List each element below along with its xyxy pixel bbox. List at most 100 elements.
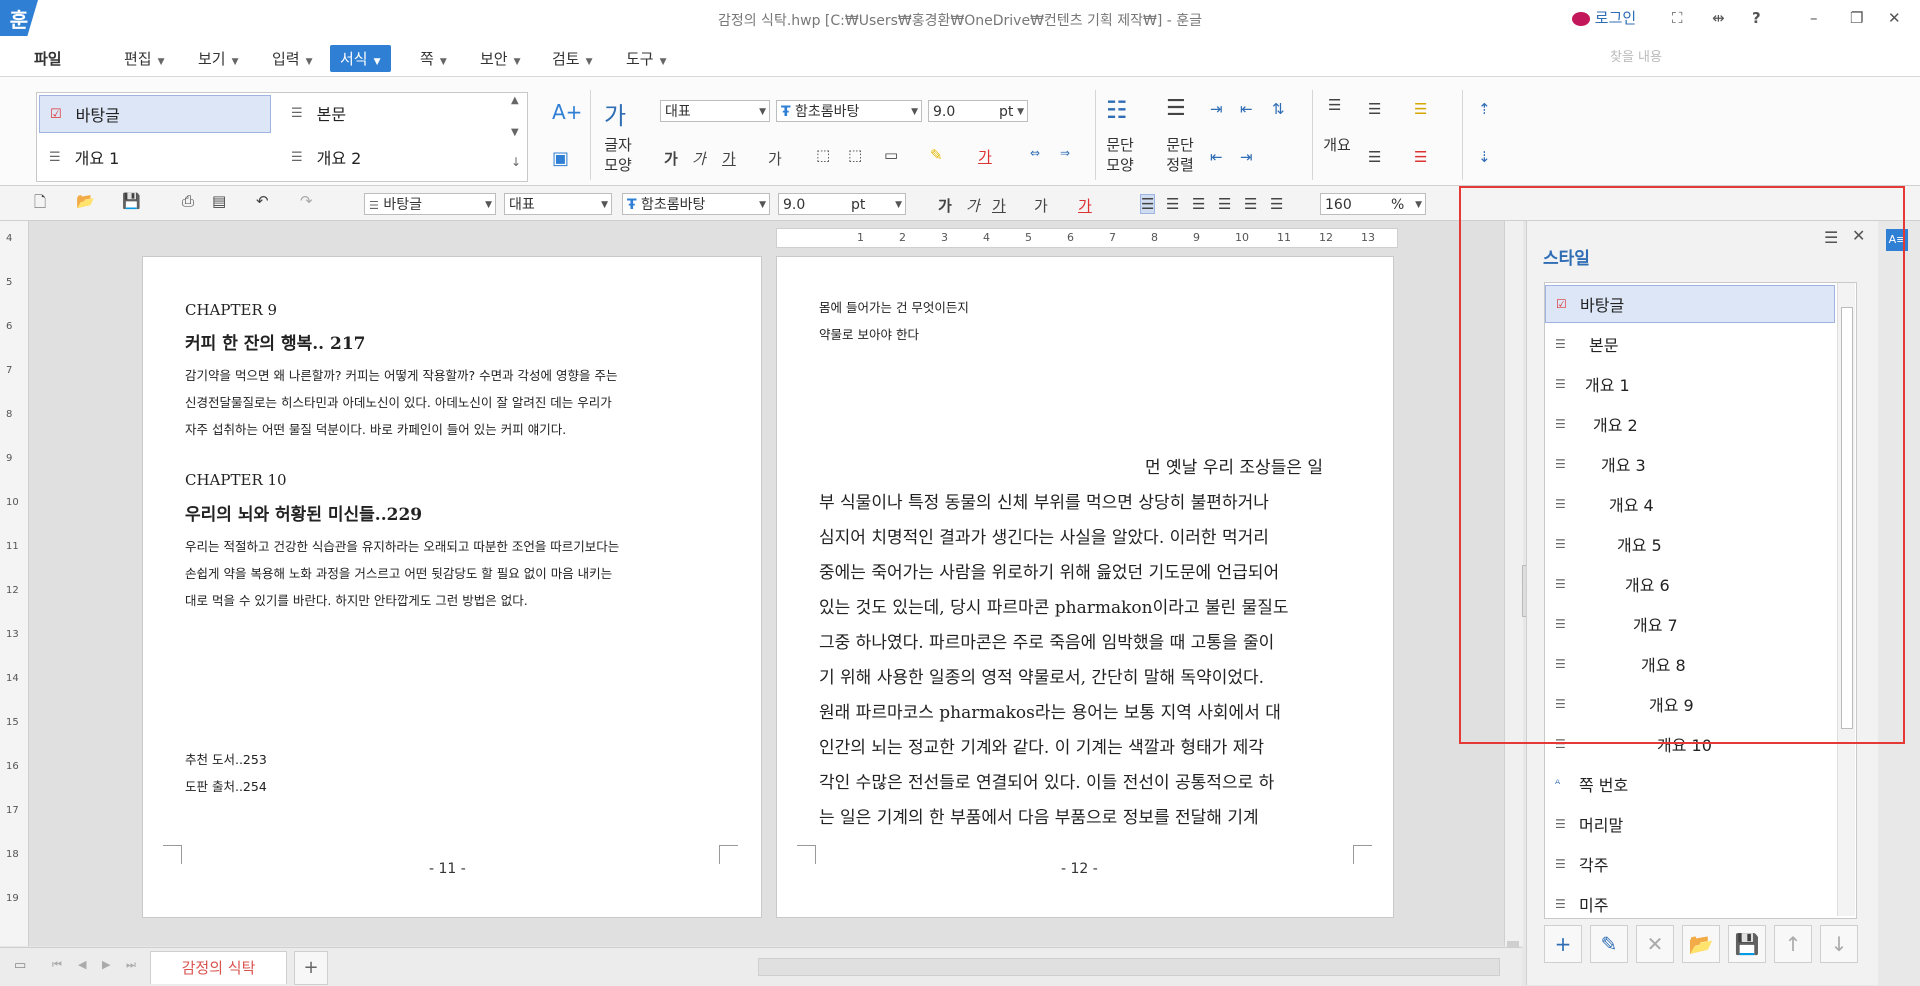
align-divide-icon[interactable]: ☰ [1270, 195, 1283, 213]
menu-view[interactable]: 보기 ▼ [198, 48, 239, 69]
restore-button[interactable]: ❐ [1850, 9, 1863, 27]
margin-left-icon[interactable]: ⇤ [1210, 148, 1223, 166]
memo-icon[interactable]: ▭ [14, 958, 26, 973]
toolbar-size-select[interactable]: 9.0 pt ▼ [778, 193, 906, 215]
move-down-button[interactable]: ↓ [1820, 925, 1858, 963]
menu-insert[interactable]: 입력 ▼ [272, 48, 313, 69]
lang-select[interactable]: 대표 ▼ [660, 100, 770, 122]
save-style-button[interactable]: 💾 [1728, 925, 1766, 963]
strikethrough-icon[interactable]: 가 [768, 148, 782, 169]
bold-icon[interactable]: 가 [664, 148, 678, 169]
underline-icon[interactable]: 가 [722, 148, 736, 169]
font-color-icon[interactable]: 가 [1078, 195, 1092, 216]
help-button[interactable]: ? [1752, 9, 1761, 27]
add-style-button[interactable]: + [1544, 925, 1582, 963]
font-color-icon[interactable]: 가 [978, 146, 992, 167]
tab-document[interactable]: 감정의 식탁 [150, 951, 287, 984]
width-fit-icon[interactable]: ⇹ [1712, 9, 1725, 27]
para-shape-button[interactable]: 문단 모양 [1100, 135, 1140, 175]
menu-edit[interactable]: 편집 ▼ [124, 48, 165, 69]
align-distribute-icon[interactable]: ☰ [1244, 195, 1257, 213]
indent-decrease-icon[interactable]: ⇤ [1240, 100, 1253, 118]
gallery-item-main[interactable]: ☰ 본문 [281, 95, 511, 131]
char-border-icon[interactable]: ⬚ [816, 146, 830, 164]
margin-right-icon[interactable]: ⇥ [1240, 148, 1253, 166]
login-button[interactable]: 로그인 [1572, 7, 1636, 28]
close-window-button[interactable]: ✕ [1888, 9, 1901, 27]
bullet-list-icon[interactable]: ☰ [1368, 100, 1381, 118]
redo-icon[interactable]: ↷ [300, 192, 313, 210]
font-select[interactable]: Ŧ 함초롬바탕 ▼ [776, 100, 922, 122]
menu-page[interactable]: 쪽 ▼ [420, 48, 447, 69]
menu-security[interactable]: 보안 ▼ [480, 48, 521, 69]
open-folder-icon[interactable]: 📂 [76, 192, 95, 210]
align-left-icon[interactable]: ☰ [1166, 195, 1179, 213]
para-shape-icon[interactable]: ☷ [1106, 96, 1128, 124]
style-item[interactable]: ᴬ쪽 번호 [1545, 765, 1835, 803]
menu-file[interactable]: 파일 [34, 48, 62, 69]
delete-style-button[interactable]: ✕ [1636, 925, 1674, 963]
fullscreen-icon[interactable]: ⛶ [1672, 9, 1683, 27]
italic-icon[interactable]: 가 [692, 148, 706, 169]
print-icon[interactable]: ⎙ [182, 192, 194, 210]
gallery-item-outline1[interactable]: ☰ 개요 1 [39, 139, 269, 175]
para-align-button[interactable]: 문단 정렬 [1160, 135, 1200, 175]
toolbar-style-select[interactable]: ☰ 바탕글 ▼ [364, 193, 496, 215]
gallery-expand-icon[interactable]: ↓ [511, 155, 521, 169]
toolbar-font-select[interactable]: Ŧ 함초롬바탕 ▼ [622, 193, 770, 215]
numbered-list-icon[interactable]: ☰ [1368, 148, 1381, 166]
undo-icon[interactable]: ↶ [256, 192, 269, 210]
save-icon[interactable]: 💾 [122, 192, 141, 210]
align-right-icon[interactable]: ☰ [1218, 195, 1231, 213]
gallery-item-body[interactable]: ☑ 바탕글 [39, 95, 271, 133]
align-center-icon[interactable]: ☰ [1192, 195, 1205, 213]
edit-style-button[interactable]: ✎ [1590, 925, 1628, 963]
align-justify-icon[interactable]: ☰ [1140, 194, 1156, 214]
zoom-select[interactable]: 160% ▼ [1320, 193, 1426, 215]
minimize-button[interactable]: – [1810, 9, 1818, 27]
next-page-icon[interactable]: ▶ [102, 958, 110, 971]
char-spacing-narrow-icon[interactable]: ⇒ [1060, 146, 1070, 160]
toolbar-lang-select[interactable]: 대표 ▼ [504, 193, 612, 215]
style-item[interactable]: ☰ 미주 [1545, 885, 1835, 918]
print-preview-icon[interactable]: ▤ [212, 192, 226, 210]
new-document-icon[interactable]: 🗋 [34, 192, 46, 217]
style-item[interactable]: ☰ 각주 [1545, 845, 1835, 883]
style-item[interactable]: ☰ 머리말 [1545, 805, 1835, 843]
bold-icon[interactable]: 가 [938, 195, 952, 216]
first-page-icon[interactable]: ⏮ [52, 958, 62, 972]
add-style-icon[interactable]: A+ [552, 100, 582, 124]
line-spacing-icon[interactable]: ⇅ [1272, 100, 1285, 118]
prev-page-icon[interactable]: ◀ [78, 958, 86, 971]
outline-button[interactable]: 개요 [1322, 135, 1352, 155]
size-select[interactable]: 9.0 pt ▼ [928, 100, 1028, 122]
char-shade-icon[interactable]: ⬚ [848, 146, 862, 164]
outline-numbering-icon[interactable]: ☰ [1328, 96, 1341, 114]
style-manage-icon[interactable]: ▣ [552, 148, 569, 169]
char-shape-icon[interactable]: 가 [604, 96, 626, 131]
char-shape-button[interactable]: 글자 모양 [598, 135, 638, 175]
find-input[interactable]: 찾을 내용 [1600, 46, 1840, 68]
picture-bullet-icon[interactable]: ☰ [1414, 100, 1427, 118]
gallery-item-outline2[interactable]: ☰ 개요 2 [281, 139, 511, 175]
checklist-icon[interactable]: ☰ [1414, 148, 1427, 166]
import-style-button[interactable]: 📂 [1682, 925, 1720, 963]
indent-increase-icon[interactable]: ⇥ [1210, 100, 1223, 118]
char-box-icon[interactable]: ▭ [884, 146, 898, 164]
strikethrough-icon[interactable]: 가 [1034, 195, 1048, 216]
menu-review[interactable]: 검토 ▼ [552, 48, 593, 69]
move-up-button[interactable]: ↑ [1774, 925, 1812, 963]
gallery-scroll-down-icon[interactable]: ▼ [511, 127, 519, 138]
underline-icon[interactable]: 가 [992, 195, 1006, 216]
last-page-icon[interactable]: ⏭ [126, 958, 136, 972]
level-up-icon[interactable]: ⇡ [1478, 100, 1491, 118]
italic-icon[interactable]: 가 [966, 195, 980, 216]
horizontal-scrollbar[interactable] [758, 958, 1500, 976]
para-align-icon[interactable]: ☰ [1166, 96, 1186, 121]
highlight-icon[interactable]: ✎ [930, 146, 943, 164]
menu-tools[interactable]: 도구 ▼ [626, 48, 667, 69]
char-spacing-wide-icon[interactable]: ⇔ [1030, 146, 1040, 160]
add-tab-button[interactable]: + [294, 951, 328, 985]
gallery-scroll-up-icon[interactable]: ▲ [511, 95, 519, 106]
menu-format[interactable]: 서식 ▼ [330, 45, 391, 72]
